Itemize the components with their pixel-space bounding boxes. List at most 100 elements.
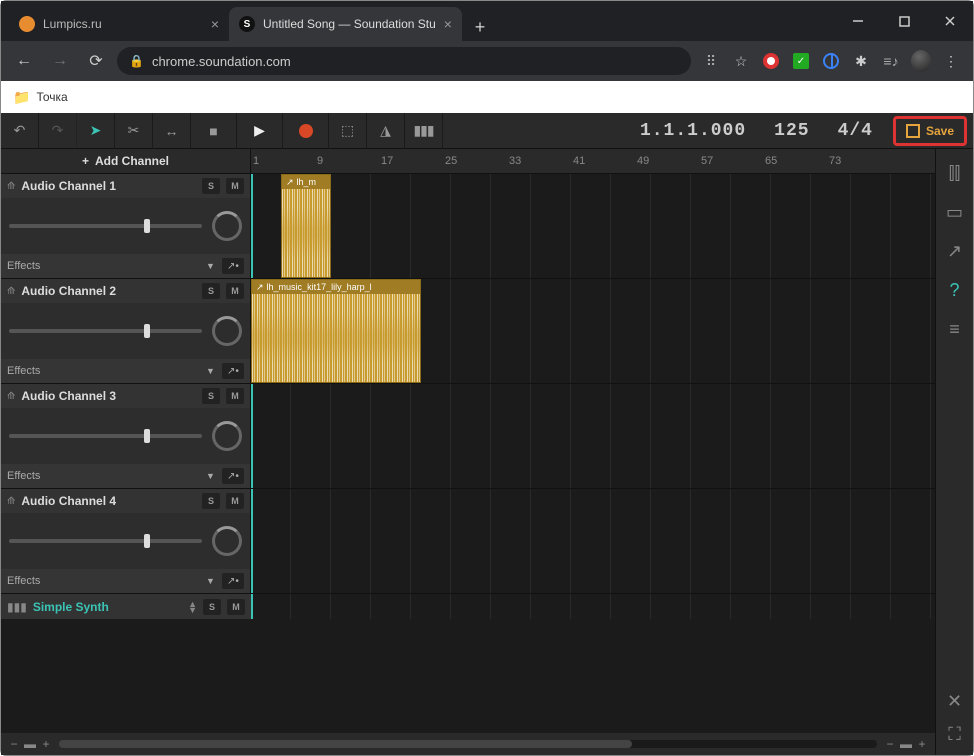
effects-dropdown[interactable]: Effects ▼ ↗• bbox=[1, 254, 250, 278]
automation-button[interactable]: ↗• bbox=[222, 468, 244, 484]
playhead[interactable] bbox=[251, 594, 253, 619]
track-lane[interactable] bbox=[251, 594, 935, 619]
add-channel-button[interactable]: + Add Channel bbox=[1, 149, 251, 173]
browser-tab-lumpics[interactable]: Lumpics.ru × bbox=[9, 7, 229, 41]
effects-dropdown[interactable]: Effects ▼ ↗• bbox=[1, 569, 250, 593]
position-display[interactable]: 1.1.1.000 bbox=[640, 121, 746, 141]
track-title-bar[interactable]: ⟰ Audio Channel 3 S M bbox=[1, 384, 250, 408]
share-icon[interactable]: ↗ bbox=[947, 241, 962, 262]
pan-knob[interactable] bbox=[212, 316, 242, 346]
volume-slider[interactable] bbox=[9, 224, 202, 228]
play-button[interactable]: ▶ bbox=[237, 113, 283, 149]
track-lane[interactable]: ↗ lh_music_kit17_lily_harp_l bbox=[251, 279, 935, 383]
ruler-mark: 1 bbox=[253, 155, 259, 167]
redo-button[interactable]: ↷ bbox=[39, 113, 77, 149]
menu-icon[interactable]: ⋮ bbox=[941, 51, 961, 71]
address-bar[interactable]: 🔒 chrome.soundation.com bbox=[117, 47, 691, 75]
solo-button[interactable]: S bbox=[202, 178, 220, 194]
save-button[interactable]: Save bbox=[893, 116, 967, 146]
vzoom-control[interactable]: −▬+ bbox=[7, 737, 53, 751]
automation-button[interactable]: ↗• bbox=[222, 258, 244, 274]
synth-header[interactable]: ▮▮▮ Simple Synth ▲▼ S M bbox=[1, 594, 251, 620]
close-icon[interactable]: × bbox=[444, 16, 452, 32]
clip-header[interactable]: ↗ lh_music_kit17_lily_harp_l bbox=[252, 280, 420, 294]
pointer-tool[interactable]: ➤ bbox=[77, 113, 115, 149]
mute-button[interactable]: M bbox=[226, 388, 244, 404]
settings-icon[interactable]: ≡ bbox=[949, 319, 960, 340]
audio-clip[interactable]: ↗ lh_music_kit17_lily_harp_l bbox=[251, 279, 421, 383]
ruler-mark: 57 bbox=[701, 155, 713, 167]
track-title-bar[interactable]: ⟰ Audio Channel 4 S M bbox=[1, 489, 250, 513]
tempo-display[interactable]: 125 bbox=[774, 121, 809, 141]
close-button[interactable] bbox=[927, 1, 973, 41]
translate-icon[interactable]: ⠿ bbox=[701, 51, 721, 71]
audio-clip[interactable]: ↗ lh_m bbox=[281, 174, 331, 278]
automation-button[interactable]: ↗• bbox=[222, 363, 244, 379]
pan-knob[interactable] bbox=[212, 421, 242, 451]
solo-button[interactable]: S bbox=[203, 599, 221, 615]
reading-list-icon[interactable]: ≡♪ bbox=[881, 51, 901, 71]
metronome-button[interactable]: ◮ bbox=[367, 113, 405, 149]
stop-button[interactable]: ■ bbox=[191, 113, 237, 149]
browser-tab-soundation[interactable]: S Untitled Song — Soundation Stu × bbox=[229, 7, 462, 41]
daw-app: ↶ ↷ ➤ ✂ ↔ ■ ▶ ⬚ ◮ ▮▮▮ 1.1.1.000 125 4/4 … bbox=[1, 113, 973, 755]
track-header: ⟰ Audio Channel 3 S M Effects ▼ ↗• bbox=[1, 384, 251, 488]
new-tab-button[interactable]: + bbox=[466, 13, 494, 41]
track-lane[interactable] bbox=[251, 489, 935, 593]
profile-avatar[interactable] bbox=[911, 51, 931, 71]
piano-button[interactable]: ▮▮▮ bbox=[405, 113, 443, 149]
bookmark-item[interactable]: Точка bbox=[36, 90, 67, 104]
stretch-tool[interactable]: ↔ bbox=[153, 113, 191, 149]
record-button[interactable] bbox=[283, 113, 329, 149]
playhead[interactable] bbox=[251, 174, 253, 278]
minimize-button[interactable] bbox=[835, 1, 881, 41]
mute-button[interactable]: M bbox=[227, 599, 245, 615]
extensions-puzzle-icon[interactable]: ✱ bbox=[851, 51, 871, 71]
extension-icon-1[interactable] bbox=[761, 51, 781, 71]
pan-knob[interactable] bbox=[212, 211, 242, 241]
playhead[interactable] bbox=[251, 489, 253, 593]
loop-button[interactable]: ⬚ bbox=[329, 113, 367, 149]
automation-button[interactable]: ↗• bbox=[222, 573, 244, 589]
solo-button[interactable]: S bbox=[202, 493, 220, 509]
back-button[interactable]: ← bbox=[9, 46, 39, 76]
mute-button[interactable]: M bbox=[226, 493, 244, 509]
horizontal-scrollbar[interactable] bbox=[59, 740, 877, 748]
extension-icon-2[interactable]: ✓ bbox=[791, 51, 811, 71]
timesig-display[interactable]: 4/4 bbox=[838, 121, 873, 141]
playhead[interactable] bbox=[251, 384, 253, 488]
folder-icon[interactable]: ▭ bbox=[946, 202, 963, 223]
track-lane[interactable] bbox=[251, 384, 935, 488]
forward-button[interactable]: → bbox=[45, 46, 75, 76]
track-row: ⟰ Audio Channel 4 S M Effects ▼ ↗• bbox=[1, 488, 935, 593]
pan-knob[interactable] bbox=[212, 526, 242, 556]
volume-slider[interactable] bbox=[9, 329, 202, 333]
track-title-bar[interactable]: ⟰ Audio Channel 2 S M bbox=[1, 279, 250, 303]
mute-button[interactable]: M bbox=[226, 178, 244, 194]
volume-slider[interactable] bbox=[9, 434, 202, 438]
close-panel-icon[interactable]: ✕ bbox=[947, 691, 962, 712]
volume-slider[interactable] bbox=[9, 539, 202, 543]
maximize-button[interactable] bbox=[881, 1, 927, 41]
track-lane[interactable]: ↗ lh_m bbox=[251, 174, 935, 278]
undo-button[interactable]: ↶ bbox=[1, 113, 39, 149]
solo-button[interactable]: S bbox=[202, 283, 220, 299]
star-icon[interactable]: ☆ bbox=[731, 51, 751, 71]
extension-area: ⠿ ☆ ✓ ✱ ≡♪ ⋮ bbox=[697, 51, 965, 71]
track-title-bar[interactable]: ⟰ Audio Channel 1 S M bbox=[1, 174, 250, 198]
fullscreen-icon[interactable]: ⛶ bbox=[948, 724, 961, 745]
effects-dropdown[interactable]: Effects ▼ ↗• bbox=[1, 464, 250, 488]
library-icon[interactable]: ⫿⫿ bbox=[949, 163, 961, 184]
hzoom-control[interactable]: −▬+ bbox=[883, 737, 929, 751]
cut-tool[interactable]: ✂ bbox=[115, 113, 153, 149]
extension-icon-3[interactable] bbox=[821, 51, 841, 71]
timeline-ruler[interactable]: 1 9 17 25 33 41 49 57 65 73 bbox=[251, 149, 935, 173]
help-icon[interactable]: ? bbox=[949, 280, 959, 301]
clip-header[interactable]: ↗ lh_m bbox=[282, 175, 330, 189]
solo-button[interactable]: S bbox=[202, 388, 220, 404]
mute-button[interactable]: M bbox=[226, 283, 244, 299]
reload-button[interactable]: ⟳ bbox=[81, 46, 111, 76]
effects-dropdown[interactable]: Effects ▼ ↗• bbox=[1, 359, 250, 383]
close-icon[interactable]: × bbox=[211, 16, 219, 32]
updown-icon[interactable]: ▲▼ bbox=[188, 601, 197, 613]
